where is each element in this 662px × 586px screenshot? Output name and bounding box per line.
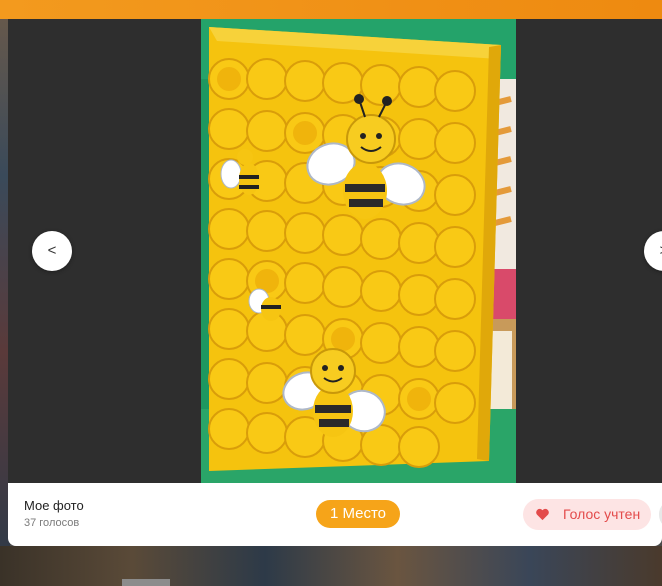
background-scroll-indicator [122, 579, 170, 586]
previous-photo-button[interactable]: < [32, 231, 72, 271]
vote-button[interactable]: Голос учтен [523, 499, 651, 530]
photo-author: Мое фото [24, 498, 84, 513]
heart-icon [536, 508, 549, 521]
background-header-bar [0, 0, 662, 19]
vote-button-label: Голос учтен [563, 506, 641, 522]
background-gallery-strip [0, 546, 662, 586]
place-badge: 1 Место [316, 500, 400, 528]
photo-image [201, 19, 516, 483]
vote-count: 37 голосов [24, 517, 80, 529]
contest-photo[interactable] [201, 19, 516, 483]
photo-info-bar: Мое фото 37 голосов 1 Место Голос учтен [8, 483, 662, 546]
